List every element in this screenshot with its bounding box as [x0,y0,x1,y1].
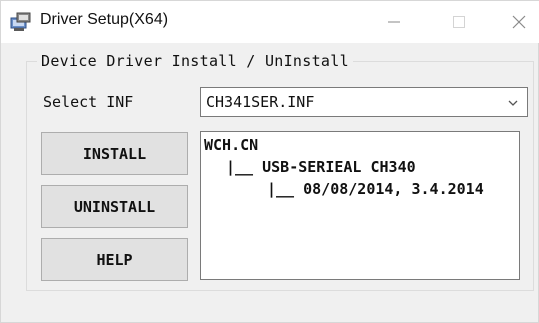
inf-select[interactable]: CH341SER.INF [200,87,528,117]
install-button[interactable]: INSTALL [41,132,188,175]
driver-info-box: WCH.CN |__ USB-SERIEAL CH340 |__ 08/08/2… [200,131,520,280]
minimize-icon [388,21,400,23]
uninstall-button[interactable]: UNINSTALL [41,185,188,228]
maximize-icon [453,16,465,28]
maximize-button[interactable] [436,1,482,43]
driver-setup-window: Driver Setup(X64) Device Driver Install … [0,0,539,323]
info-line-version: |__ 08/08/2014, 3.4.2014 [267,180,484,198]
title-bar[interactable]: Driver Setup(X64) [1,1,539,43]
info-line-vendor: WCH.CN [204,136,259,154]
select-inf-label: Select INF [43,93,134,111]
close-button[interactable] [496,1,539,43]
groupbox-title: Device Driver Install / UnInstall [37,52,353,70]
driver-setup-icon [10,12,31,31]
window-title: Driver Setup(X64) [40,11,169,28]
chevron-down-icon [508,100,518,106]
inf-select-value: CH341SER.INF [206,93,315,111]
help-button[interactable]: HELP [41,238,188,281]
info-line-device: |__ USB-SERIEAL CH340 [226,158,416,176]
minimize-button[interactable] [371,1,417,43]
close-icon [512,15,526,29]
